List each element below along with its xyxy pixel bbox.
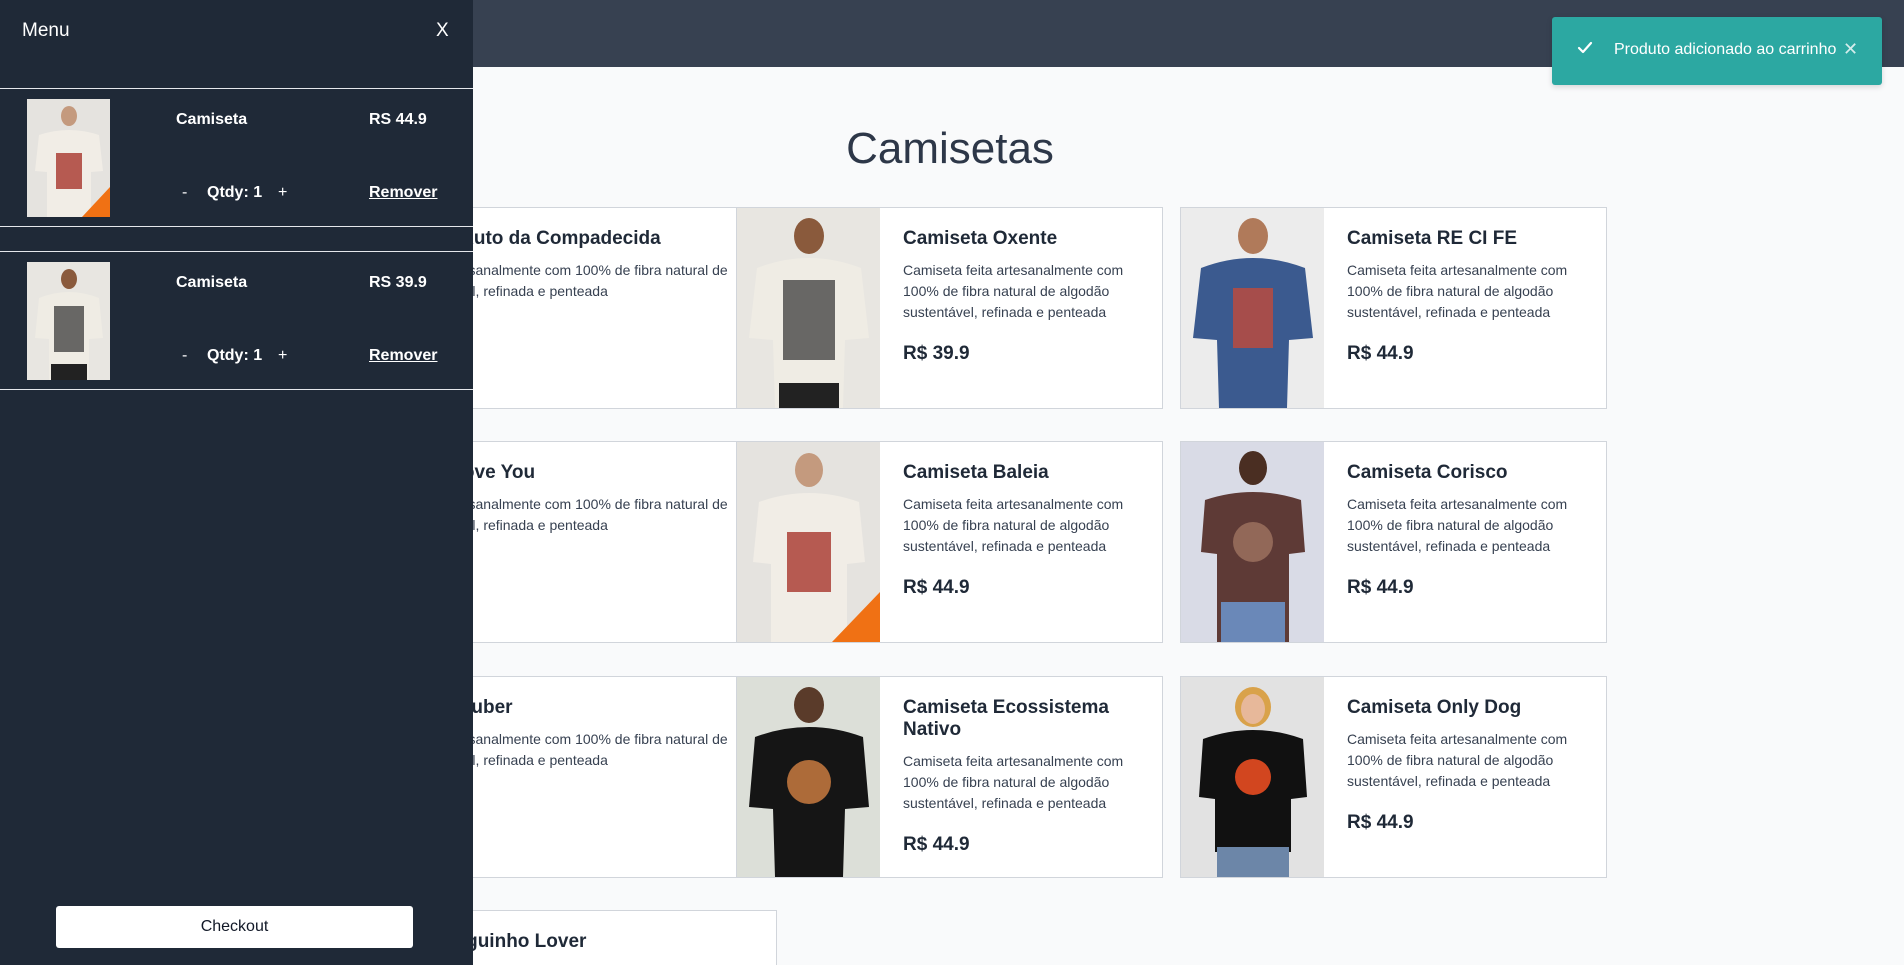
- product-price: R$ 44.9: [1347, 577, 1414, 598]
- drawer-title: Menu: [22, 20, 70, 41]
- cart-item-quantity: Qtdy: 1: [207, 184, 263, 201]
- increase-quantity-button[interactable]: +: [278, 184, 287, 202]
- close-drawer-button[interactable]: X: [436, 20, 449, 42]
- product-card[interactable]: Camiseta Baleia Camiseta feita artesanal…: [736, 441, 1163, 643]
- product-image[interactable]: [1181, 442, 1324, 642]
- decrease-quantity-button[interactable]: -: [182, 347, 187, 365]
- cart-item-image: [27, 262, 110, 380]
- divider: [0, 389, 473, 390]
- product-name[interactable]: Camiseta Ecossistema Nativo: [903, 697, 1152, 741]
- remove-item-button[interactable]: Remover: [369, 347, 437, 365]
- decrease-quantity-button[interactable]: -: [182, 184, 187, 202]
- product-name[interactable]: Camiseta Oxente: [903, 228, 1152, 250]
- cart-item-quantity: Qtdy: 1: [207, 347, 263, 364]
- divider: [0, 226, 473, 227]
- product-description: Camiseta feita artesanalmente com 100% d…: [1347, 262, 1568, 320]
- product-card[interactable]: Camiseta Ecossistema Nativo Camiseta fei…: [736, 676, 1163, 878]
- remove-item-button[interactable]: Remover: [369, 184, 437, 202]
- product-description: Camiseta feita artesanalmente com 100% d…: [903, 496, 1124, 554]
- product-card[interactable]: Camiseta RE CI FE Camiseta feita artesan…: [1180, 207, 1607, 409]
- cart-item-name: Camiseta: [176, 274, 248, 291]
- product-price: R$ 44.9: [903, 834, 970, 855]
- product-image[interactable]: [1181, 677, 1324, 877]
- product-description: Camiseta feita artesanalmente com 100% d…: [1347, 496, 1568, 554]
- product-name[interactable]: Camiseta Corisco: [1347, 462, 1596, 484]
- product-name[interactable]: Camiseta Baleia: [903, 462, 1152, 484]
- product-price: R$ 44.9: [903, 577, 970, 598]
- divider: [0, 88, 473, 89]
- cart-drawer: Menu X Camiseta RS 44.9 - Qtdy: 1 + Remo…: [0, 0, 473, 965]
- toast-message: Produto adicionado ao carrinho: [1614, 41, 1837, 58]
- checkout-button[interactable]: Checkout: [56, 906, 413, 948]
- cart-item: Camiseta RS 44.9 - Qtdy: 1 + Remover: [0, 99, 473, 224]
- product-price: R$ 44.9: [1347, 343, 1414, 364]
- divider: [0, 251, 473, 252]
- product-description: Camiseta feita artesanalmente com 100% d…: [903, 262, 1124, 320]
- product-name[interactable]: Camiseta RE CI FE: [1347, 228, 1596, 250]
- cart-item-image: [27, 99, 110, 217]
- cart-item-price: RS 39.9: [369, 274, 427, 291]
- success-toast: Produto adicionado ao carrinho ✕: [1552, 17, 1882, 85]
- check-icon: [1576, 39, 1594, 62]
- product-description: Camiseta feita artesanalmente com 100% d…: [903, 753, 1124, 811]
- product-card[interactable]: Camiseta Oxente Camiseta feita artesanal…: [736, 207, 1163, 409]
- product-description: Camiseta feita artesanalmente com 100% d…: [1347, 731, 1568, 789]
- product-image[interactable]: [1181, 208, 1324, 408]
- product-card[interactable]: Camiseta Only Dog Camiseta feita artesan…: [1180, 676, 1607, 878]
- increase-quantity-button[interactable]: +: [278, 347, 287, 365]
- cart-item: Camiseta RS 39.9 - Qtdy: 1 + Remover: [0, 262, 473, 387]
- cart-item-price: RS 44.9: [369, 111, 427, 128]
- product-image[interactable]: [737, 677, 880, 877]
- product-image[interactable]: [737, 208, 880, 408]
- product-name[interactable]: Camiseta Only Dog: [1347, 697, 1596, 719]
- product-price: R$ 39.9: [903, 343, 970, 364]
- cart-item-name: Camiseta: [176, 111, 248, 128]
- product-price: R$ 44.9: [1347, 812, 1414, 833]
- product-card[interactable]: Camiseta Corisco Camiseta feita artesana…: [1180, 441, 1607, 643]
- close-toast-icon[interactable]: ✕: [1843, 39, 1858, 60]
- product-image[interactable]: [737, 442, 880, 642]
